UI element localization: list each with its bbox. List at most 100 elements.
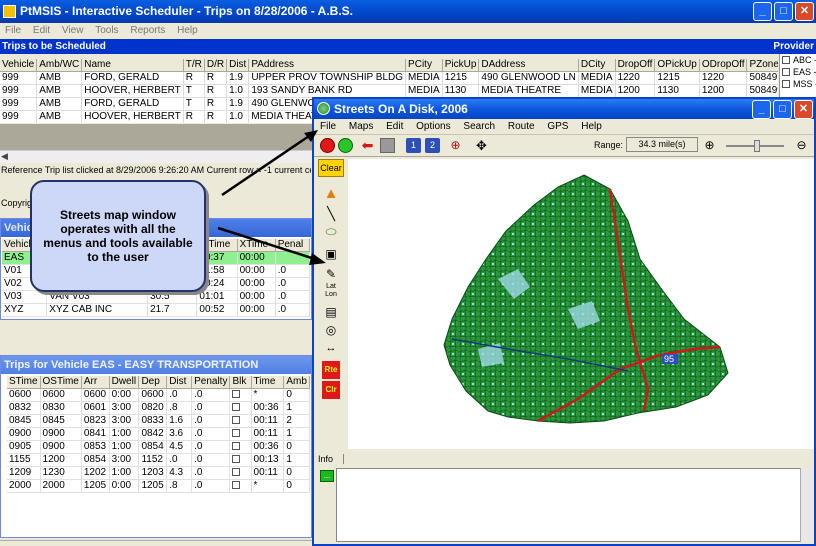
table-row[interactable]: 0600 0600 0600 0:00 0600.0.0 * 0	[7, 388, 310, 402]
column-header[interactable]: Dwell	[109, 376, 140, 389]
table-cell[interactable]	[229, 479, 252, 493]
back-arrow-icon[interactable]: ⬅	[360, 138, 375, 153]
menu-edit[interactable]: Edit	[33, 25, 50, 36]
column-header[interactable]: DropOff	[615, 59, 656, 72]
column-header[interactable]: DAddress	[478, 59, 579, 72]
table-row[interactable]: 2000 2000 1205 0:00 1205.8.0 * 0	[7, 479, 310, 493]
map-menu-edit[interactable]: Edit	[386, 121, 403, 132]
find-icon[interactable]: ⊕	[448, 138, 463, 153]
go-icon[interactable]	[338, 138, 353, 153]
column-header[interactable]: Dist	[166, 376, 193, 389]
menu-help[interactable]: Help	[177, 25, 198, 36]
circle-tool-icon[interactable]: ◎	[322, 321, 340, 339]
provider-item[interactable]: EAS -	[780, 66, 816, 78]
column-header[interactable]: STime	[7, 376, 41, 389]
measure-tool-icon[interactable]: ✎	[322, 265, 340, 283]
close-button[interactable]: ✕	[795, 2, 814, 21]
map-menu-route[interactable]: Route	[508, 121, 535, 132]
clear-route-button[interactable]: Clr	[322, 381, 340, 399]
zoom-in-icon[interactable]: ⊕	[702, 138, 717, 153]
map-close-button[interactable]: ✕	[794, 100, 813, 119]
column-header[interactable]: PZone	[746, 59, 778, 72]
table-row[interactable]: 999 AMB FORD, GERALD R R 1.9 UPPER PROV TOWNSH…	[0, 71, 778, 85]
table-cell[interactable]	[229, 440, 252, 454]
column-header[interactable]: Vehicle	[0, 59, 38, 72]
shield-2-icon[interactable]: 2	[425, 138, 440, 153]
column-header[interactable]: XTime	[237, 239, 276, 252]
table-cell[interactable]	[229, 453, 252, 467]
table-cell[interactable]	[229, 388, 252, 402]
clear-button[interactable]: Clear	[318, 159, 344, 177]
column-header[interactable]: Time	[251, 376, 285, 389]
checkbox-icon[interactable]	[232, 481, 241, 490]
column-header[interactable]: PCity	[405, 59, 443, 72]
column-header[interactable]: PickUp	[442, 59, 480, 72]
pan-icon[interactable]: ✥	[474, 138, 489, 153]
column-header[interactable]: PAddress	[248, 59, 407, 72]
table-row[interactable]: V03 VAN V03 30.5 01:01 00:00.0	[2, 290, 311, 304]
note-tool-icon[interactable]: ▤	[322, 303, 340, 321]
table-row[interactable]: 1209 1230 1202 1:00 1203 4.3.0 00:11 0	[7, 466, 310, 480]
table-cell[interactable]	[229, 414, 252, 428]
table-row[interactable]: 0900 0900 0841 1:00 0842 3.6.0 00:11 1	[7, 427, 310, 441]
zoom-out-icon[interactable]: ⊖	[794, 138, 809, 153]
checkbox-icon[interactable]	[232, 390, 241, 399]
checkbox-icon[interactable]	[232, 403, 241, 412]
column-header[interactable]: Dist	[226, 59, 250, 72]
window-tool-icon[interactable]: ▣	[322, 245, 340, 263]
map-canvas[interactable]: 95	[348, 159, 814, 449]
route-button[interactable]: Rte	[322, 361, 340, 379]
column-header[interactable]: Dep	[138, 376, 168, 389]
provider-item[interactable]: MSS -	[780, 78, 816, 90]
map-maximize-button[interactable]: □	[773, 100, 792, 119]
column-header[interactable]: D/R	[204, 59, 228, 72]
table-row[interactable]: 0905 0900 0853 1:00 0854 4.5.0 00:36 0	[7, 440, 310, 454]
checkbox-icon[interactable]	[232, 442, 241, 451]
column-header[interactable]: Blk	[229, 376, 252, 389]
column-header[interactable]: Amb	[283, 376, 310, 389]
column-header[interactable]: ODropOff	[699, 59, 748, 72]
triangle-tool-icon[interactable]: ▲	[322, 185, 340, 203]
info-scrollbar[interactable]	[800, 468, 812, 542]
column-header[interactable]: Name	[81, 59, 184, 72]
column-header[interactable]: OPickUp	[654, 59, 700, 72]
map-menu-search[interactable]: Search	[463, 121, 495, 132]
table-row[interactable]: XYZ XYZ CAB INC 21.7 00:52 00:00.0	[2, 303, 311, 317]
checkbox-icon[interactable]	[782, 68, 790, 76]
polygon-tool-icon[interactable]: ⬭	[322, 223, 340, 241]
minimize-button[interactable]: _	[753, 2, 772, 21]
map-menu-file[interactable]: File	[320, 121, 336, 132]
column-header[interactable]: Arr	[81, 376, 110, 389]
checkbox-icon[interactable]	[782, 80, 790, 88]
table-row[interactable]: 999 AMB HOOVER, HERBERT T R 1.0 193 SANDY BANK…	[0, 84, 778, 98]
column-header[interactable]: Amb/WC	[36, 59, 83, 72]
info-text-area[interactable]	[336, 468, 802, 542]
vehicle-trips-grid[interactable]: STime OSTime Arr Dwell Dep Dist Penalty Blk Time…	[7, 376, 310, 493]
horizontal-scrollbar[interactable]: ◀	[0, 150, 312, 163]
column-header[interactable]: OSTime	[40, 376, 82, 389]
map-minimize-button[interactable]: _	[752, 100, 771, 119]
column-header[interactable]: Penalty	[191, 376, 231, 389]
shield-1-icon[interactable]: 1	[406, 138, 421, 153]
latlon-tool-icon[interactable]: Lat Lon	[322, 283, 340, 301]
provider-item[interactable]: ABC -	[780, 54, 816, 66]
menu-reports[interactable]: Reports	[130, 25, 165, 36]
map-menu-gps[interactable]: GPS	[547, 121, 568, 132]
table-row[interactable]: 1155 1200 0854 3:00 1152.0.0 00:13 1	[7, 453, 310, 467]
table-cell[interactable]	[229, 427, 252, 441]
checkbox-icon[interactable]	[232, 455, 241, 464]
map-menu-options[interactable]: Options	[416, 121, 450, 132]
menu-file[interactable]: File	[5, 25, 21, 36]
menu-tools[interactable]: Tools	[95, 25, 118, 36]
checkbox-icon[interactable]	[782, 56, 790, 64]
column-header[interactable]: DCity	[578, 59, 616, 72]
map-menu-maps[interactable]: Maps	[349, 121, 373, 132]
table-row[interactable]: 0845 0845 0823 3:00 0833 1.6.0 00:11 2	[7, 414, 310, 428]
line-tool-icon[interactable]: ╲	[322, 205, 340, 223]
column-header[interactable]: Penal	[275, 239, 311, 252]
info-tab[interactable]: Info	[318, 454, 345, 464]
scroll-left-icon[interactable]: ◀	[1, 151, 8, 162]
distance-tool-icon[interactable]: ↔	[322, 339, 340, 357]
column-header[interactable]: T/R	[183, 59, 205, 72]
maximize-button[interactable]: □	[774, 2, 793, 21]
